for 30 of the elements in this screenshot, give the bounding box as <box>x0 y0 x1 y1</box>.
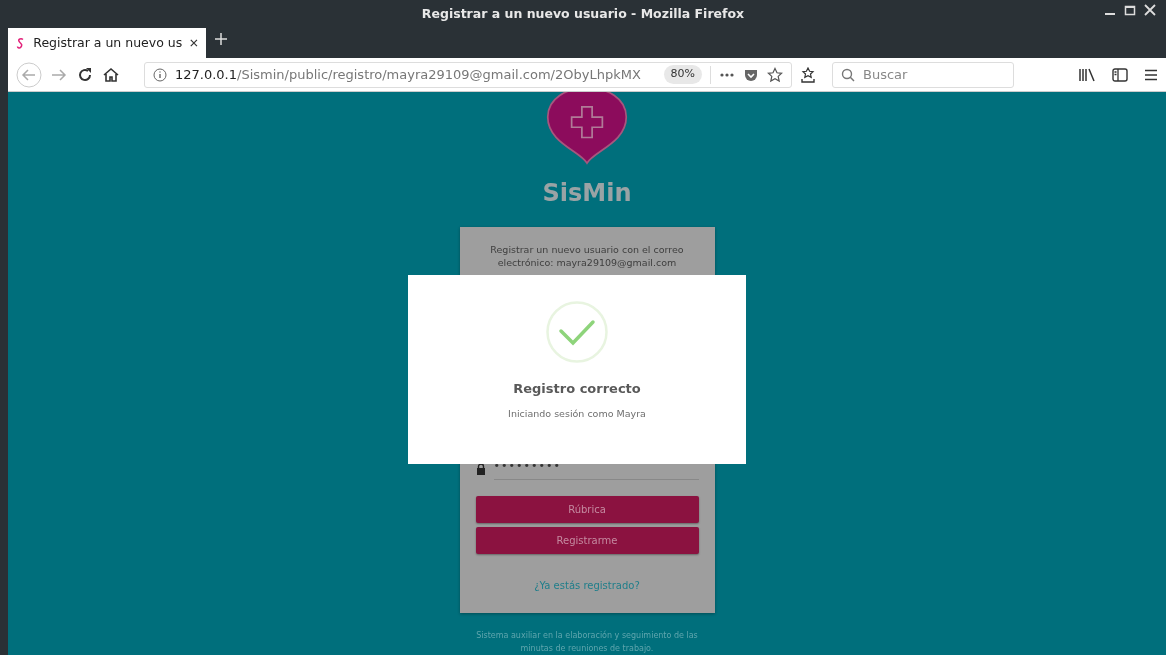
url-text: 127.0.0.1/Sismin/public/registro/mayra29109@gmail.com/2ObyLhpkMX <box>175 65 641 84</box>
info-icon[interactable] <box>153 67 167 82</box>
checkmark-icon <box>546 301 608 363</box>
sidebar-icon[interactable] <box>1112 67 1128 82</box>
browser-tab[interactable]: Registrar a un nuevo us <box>8 28 206 58</box>
address-bar[interactable]: 127.0.0.1/Sismin/public/registro/mayra29109@gmail.com/2ObyLhpkMX 80% <box>144 61 792 88</box>
home-icon[interactable] <box>102 65 120 84</box>
menu-icon[interactable] <box>1144 68 1158 81</box>
form-button[interactable]: Registrarme <box>475 526 699 554</box>
dialog-title: Registro correcto <box>513 380 641 398</box>
brand-name: SisMin <box>542 177 632 209</box>
bookmark-tray-icon[interactable] <box>800 66 816 83</box>
reload-icon[interactable] <box>76 65 94 84</box>
form-button[interactable]: Rúbrica <box>475 495 699 523</box>
more-icon[interactable] <box>719 71 735 78</box>
star-icon[interactable] <box>767 66 783 83</box>
library-icon[interactable] <box>1078 66 1096 83</box>
maximize-icon[interactable] <box>1124 4 1136 16</box>
close-icon[interactable] <box>1144 4 1156 16</box>
close-tab-icon[interactable] <box>190 38 198 48</box>
lock-icon <box>475 462 486 475</box>
search-icon <box>841 67 855 82</box>
zoom-level[interactable]: 80% <box>663 65 702 84</box>
new-tab-icon[interactable] <box>214 31 228 46</box>
intro-text: Registrar un nuevo usuario con el correo electrónico: mayra29109@gmail.com <box>489 242 685 270</box>
site-icon <box>16 36 26 50</box>
footer-text: Sistema auxiliar en la elaboración y seguimiento de las minutas de reuniones de trabajo. <box>475 629 699 655</box>
search-field[interactable]: Buscar <box>832 61 1014 88</box>
window-title: Registrar a un nuevo usuario - Mozilla Firefox <box>421 4 745 23</box>
dialog-message: Iniciando sesión como Mayra <box>508 406 646 421</box>
